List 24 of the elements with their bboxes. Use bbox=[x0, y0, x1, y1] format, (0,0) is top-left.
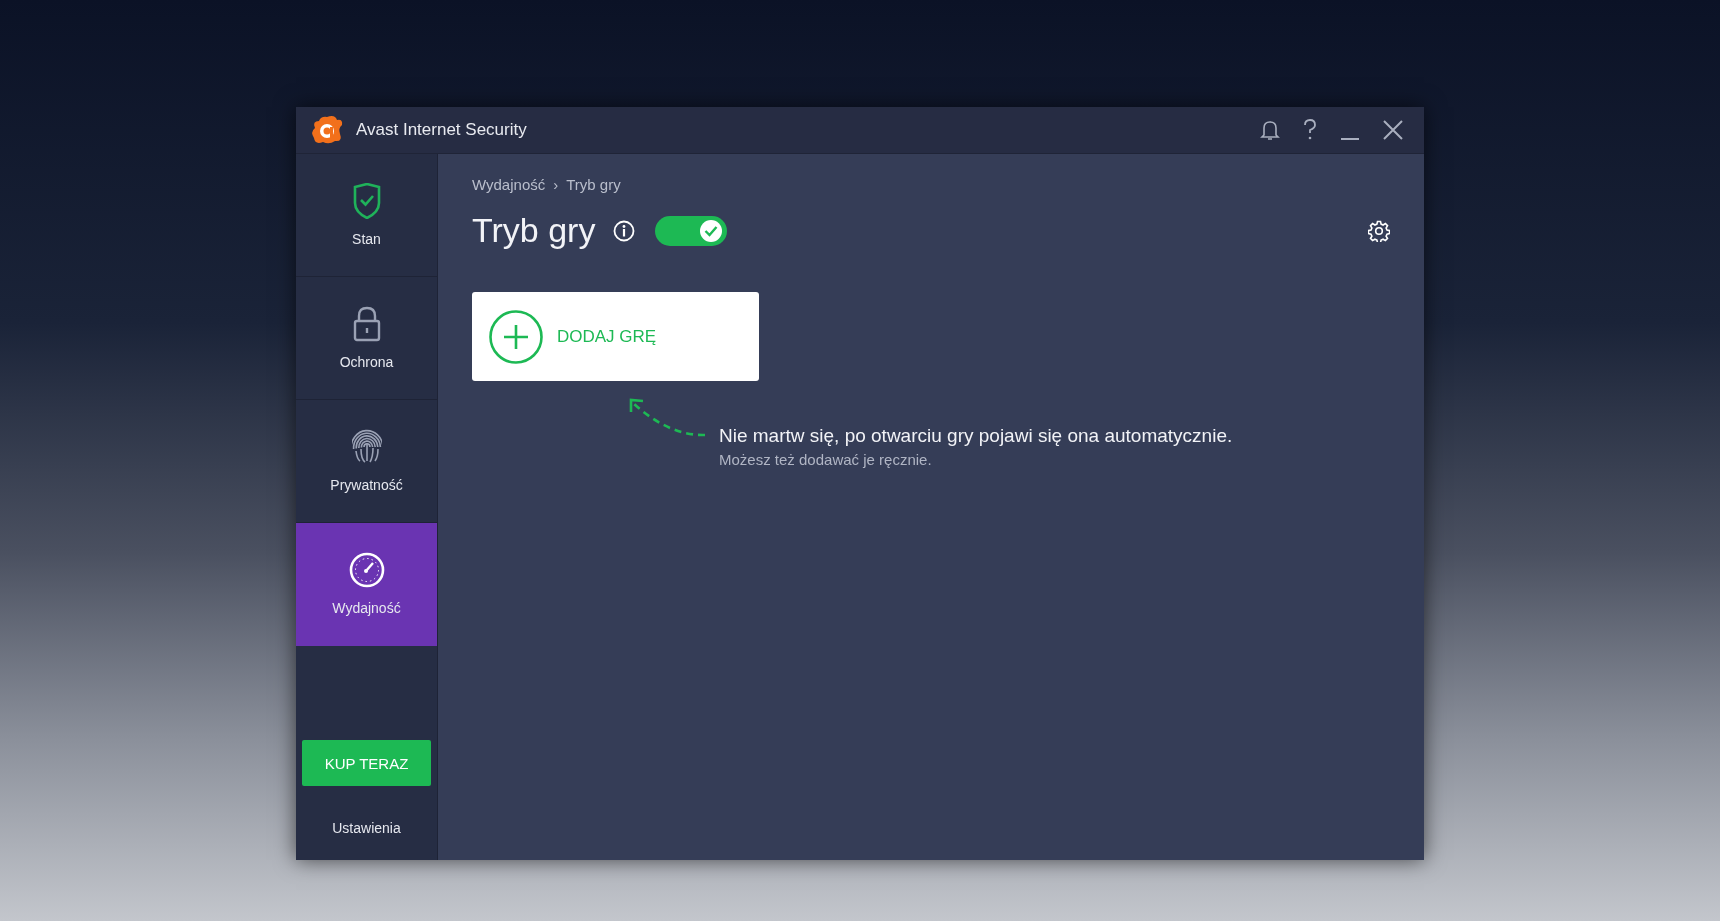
breadcrumb-separator: › bbox=[553, 176, 559, 193]
settings-link[interactable]: Ustawienia bbox=[332, 820, 401, 836]
plus-circle-icon bbox=[489, 309, 543, 364]
bell-icon[interactable] bbox=[1260, 119, 1280, 141]
sidebar-item[interactable]: Stan bbox=[296, 154, 437, 277]
app-logo-icon bbox=[310, 114, 344, 146]
fingerprint-icon bbox=[351, 429, 382, 465]
breadcrumb-current: Tryb gry bbox=[566, 176, 621, 193]
close-icon[interactable] bbox=[1382, 119, 1404, 141]
lock-icon bbox=[351, 306, 382, 342]
shield-check-icon bbox=[351, 183, 382, 219]
hint-text: Nie martw się, po otwarciu gry pojawi się ona automatycznie. bbox=[719, 425, 1233, 447]
game-mode-toggle[interactable] bbox=[655, 215, 728, 246]
sidebar-item[interactable]: Wydajność bbox=[296, 523, 437, 646]
window-title: Avast Internet Security bbox=[356, 120, 528, 140]
hint-subtext: Możesz też dodawać je ręcznie. bbox=[719, 451, 933, 468]
check-icon bbox=[704, 224, 719, 237]
breadcrumb-link[interactable]: Wydajność bbox=[472, 176, 546, 193]
page-title: Tryb gry bbox=[472, 211, 596, 250]
settings-icon[interactable] bbox=[1368, 219, 1390, 242]
help-icon[interactable] bbox=[1302, 119, 1318, 141]
info-icon[interactable] bbox=[613, 219, 636, 242]
sidebar-item[interactable]: Ochrona bbox=[296, 277, 437, 400]
speedometer-icon bbox=[348, 552, 385, 588]
